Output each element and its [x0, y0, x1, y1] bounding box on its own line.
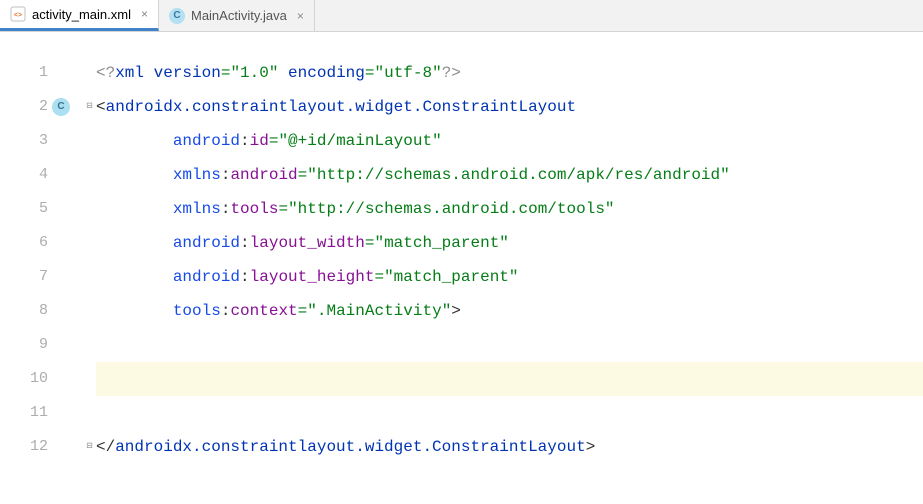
token: xmlns [173, 166, 221, 184]
tab-activity-main[interactable]: <> activity_main.xml × [0, 0, 159, 31]
line-number: 6 [0, 226, 48, 260]
token: : [221, 302, 231, 320]
close-icon[interactable]: × [297, 9, 304, 23]
tab-label: activity_main.xml [32, 7, 131, 22]
code-line[interactable]: xmlns:android="http://schemas.android.co… [96, 158, 923, 192]
token: = [269, 132, 279, 150]
code-line[interactable]: <?xml version="1.0" encoding="utf-8"?> [96, 56, 923, 90]
token: ?> [442, 64, 461, 82]
token: "http://schemas.android.com/apk/res/andr… [307, 166, 729, 184]
token: "@+id/mainLayout" [278, 132, 441, 150]
code-line[interactable]: ⊟<androidx.constraintlayout.widget.Const… [96, 90, 923, 124]
java-class-icon: C [169, 8, 185, 24]
tab-main-activity[interactable]: C MainActivity.java × [159, 0, 315, 31]
token: android [173, 268, 240, 286]
token: xmlns [173, 200, 221, 218]
token: = [374, 268, 384, 286]
token: < [96, 98, 106, 116]
token: context [230, 302, 297, 320]
gutter: 12C3456789101112 [0, 56, 78, 504]
token: = [221, 64, 231, 82]
code-line[interactable]: android:layout_height="match_parent" [96, 260, 923, 294]
token: > [451, 302, 461, 320]
code-line[interactable] [96, 396, 923, 430]
token: tools [230, 200, 278, 218]
token: tools [173, 302, 221, 320]
line-number: 11 [0, 396, 48, 430]
xml-file-icon: <> [10, 6, 26, 22]
code-line[interactable]: tools:context=".MainActivity"> [96, 294, 923, 328]
token: = [278, 200, 288, 218]
token: : [240, 234, 250, 252]
fold-close-icon[interactable]: ⊟ [84, 442, 95, 453]
close-icon[interactable]: × [141, 7, 148, 21]
line-number: 3 [0, 124, 48, 158]
code-line[interactable] [96, 362, 923, 396]
code-line[interactable]: android:id="@+id/mainLayout" [96, 124, 923, 158]
token: = [298, 166, 308, 184]
code-area[interactable]: <?xml version="1.0" encoding="utf-8"?>⊟<… [78, 56, 923, 504]
code-line[interactable]: android:layout_width="match_parent" [96, 226, 923, 260]
token: androidx.constraintlayout.widget.Constra… [106, 98, 576, 116]
line-number: 2C [0, 90, 48, 124]
line-number: 7 [0, 260, 48, 294]
token: android [173, 132, 240, 150]
token: layout_height [250, 268, 375, 286]
token: = [298, 302, 308, 320]
token: </ [96, 438, 115, 456]
token: id [250, 132, 269, 150]
line-number: 5 [0, 192, 48, 226]
token: layout_width [250, 234, 365, 252]
token: ".MainActivity" [307, 302, 451, 320]
token: android [230, 166, 297, 184]
token: : [221, 200, 231, 218]
line-number: 4 [0, 158, 48, 192]
token: android [173, 234, 240, 252]
svg-text:<>: <> [14, 12, 22, 19]
token: : [240, 268, 250, 286]
token: androidx.constraintlayout.widget.Constra… [115, 438, 585, 456]
line-number: 10 [0, 362, 48, 396]
editor: 12C3456789101112 <?xml version="1.0" enc… [0, 32, 923, 504]
code-line[interactable]: ⊟</androidx.constraintlayout.widget.Cons… [96, 430, 923, 464]
fold-open-icon[interactable]: ⊟ [84, 102, 95, 113]
token: <? [96, 64, 115, 82]
token: "utf-8" [374, 64, 441, 82]
token: "http://schemas.android.com/tools" [288, 200, 614, 218]
line-number: 12 [0, 430, 48, 464]
token: "1.0" [230, 64, 278, 82]
tab-bar: <> activity_main.xml × C MainActivity.ja… [0, 0, 923, 32]
token: : [240, 132, 250, 150]
token: : [221, 166, 231, 184]
code-line[interactable]: xmlns:tools="http://schemas.android.com/… [96, 192, 923, 226]
line-number: 9 [0, 328, 48, 362]
line-number: 8 [0, 294, 48, 328]
token: xml version [115, 64, 221, 82]
tab-label: MainActivity.java [191, 8, 287, 23]
class-gutter-icon[interactable]: C [52, 98, 70, 116]
token: > [586, 438, 596, 456]
token: encoding [278, 64, 364, 82]
token: "match_parent" [374, 234, 508, 252]
line-number: 1 [0, 56, 48, 90]
token: "match_parent" [384, 268, 518, 286]
code-line[interactable] [96, 328, 923, 362]
